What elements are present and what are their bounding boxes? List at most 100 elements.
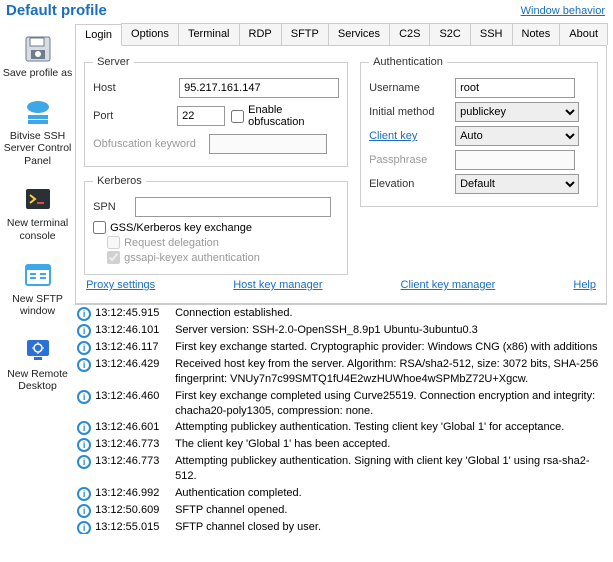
username-label: Username [369,82,449,94]
help-link[interactable]: Help [573,279,596,291]
log-message: Server version: SSH-2.0-OpenSSH_8.9p1 Ub… [175,323,605,338]
info-icon: i [77,421,91,435]
log-row: i 13:12:46.101 Server version: SSH-2.0-Ope… [75,322,607,339]
port-input[interactable] [177,106,225,126]
info-icon: i [77,390,91,404]
obf-keyword-input [209,134,327,154]
log-row: i13:12:46.117First key exchange started.… [75,339,607,356]
gssapi-keyex-checkbox: gssapi-keyex authentication [107,251,339,264]
info-icon: i [77,487,91,501]
log-message: SFTP channel opened. [175,503,605,518]
log-message: Connection established. [175,306,605,321]
log-row: i13:12:55.015SFTP channel closed by user… [75,519,607,534]
spn-label: SPN [93,201,129,213]
log-time: 13:12:45.915 [95,306,171,321]
obf-keyword-label: Obfuscation keyword [93,138,203,150]
log-time: 13:12:46.773 [95,454,171,469]
log-row: i13:12:46.992Authentication completed. [75,485,607,502]
request-delegation-checkbox: Request delegation [107,236,339,249]
initial-method-select[interactable]: publickey [455,102,579,122]
client-key-select[interactable]: Auto [455,126,579,146]
log-message: First key exchange started. Cryptographi… [175,340,605,355]
log-row: i 13:12:46.601 Attempting publickey authen… [75,419,607,436]
spn-input[interactable] [135,197,331,217]
sidebar-item-sftp[interactable]: New SFTP window [0,253,75,328]
kerberos-fieldset: Kerberos SPN GSS/Kerberos key exchange R… [84,175,348,275]
info-icon: i [77,358,91,372]
sidebar: Save profile as Bitvise SSH Server Contr… [0,21,75,521]
host-key-manager-link[interactable]: Host key manager [233,279,322,291]
tab-sftp[interactable]: SFTP [281,23,329,45]
page-title: Default profile [6,2,107,19]
log-row: i13:12:46.773Attempting publickey authen… [75,453,607,485]
tab-terminal[interactable]: Terminal [178,23,240,45]
host-label: Host [93,82,173,94]
sidebar-item-terminal[interactable]: New terminal console [0,177,75,252]
tab-services[interactable]: Services [328,23,390,45]
sidebar-label: New SFTP window [2,293,73,318]
sidebar-item-control-panel[interactable]: Bitvise SSH Server Control Panel [0,90,75,178]
sidebar-item-remote-desktop[interactable]: New Remote Desktop [0,328,75,403]
log-message: Attempting publickey authentication. Tes… [175,420,605,435]
tab-login[interactable]: Login [75,24,122,46]
tab-about[interactable]: About [559,23,608,45]
proxy-settings-link[interactable]: Proxy settings [86,279,155,291]
username-input[interactable] [455,78,575,98]
info-icon: i [77,324,91,338]
gssapi-keyex-input [107,251,120,264]
info-icon: i [77,438,91,452]
auth-fieldset: Authentication Username Initial method p… [360,56,598,207]
log-time: 13:12:46.601 [95,420,171,435]
remote-desktop-icon [22,334,54,366]
log-time: 13:12:50.609 [95,503,171,518]
tab-s2c[interactable]: S2C [429,23,470,45]
log-panel[interactable]: i13:12:45.915Connection established.i13:… [75,304,607,534]
log-row: i 13:12:46.460 First key exchange complete… [75,388,607,420]
client-key-link[interactable]: Client key [369,130,449,142]
client-key-manager-link[interactable]: Client key manager [401,279,496,291]
tab-c2s[interactable]: C2S [389,23,430,45]
log-row: i13:12:46.429Received host key from the … [75,356,607,388]
log-time: 13:12:46.429 [95,357,171,372]
log-time: 13:12:46.460 [95,389,171,404]
gss-label: GSS/Kerberos key exchange [110,222,252,234]
enable-obfuscation-label: Enable obfuscation [248,104,339,128]
info-icon: i [77,455,91,469]
tab-ssh[interactable]: SSH [470,23,513,45]
sidebar-label: Save profile as [3,67,72,80]
info-icon: i [77,504,91,518]
server-fieldset: Server Host Port Enable obfuscation [84,56,348,167]
log-message: The client key 'Global 1' has been accep… [175,437,605,452]
tab-options[interactable]: Options [121,23,179,45]
window-behavior-link[interactable]: Window behavior [521,5,605,17]
server-legend: Server [93,56,133,68]
gss-checkbox[interactable]: GSS/Kerberos key exchange [93,221,339,234]
sidebar-label: New terminal console [2,217,73,242]
tab-rdp[interactable]: RDP [239,23,282,45]
sidebar-item-save-profile[interactable]: Save profile as [0,27,75,90]
info-icon: i [77,521,91,534]
log-time: 13:12:46.101 [95,323,171,338]
floppy-icon [22,33,54,65]
enable-obfuscation-input[interactable] [231,110,244,123]
info-icon: i [77,341,91,355]
request-delegation-label: Request delegation [124,237,219,249]
log-time: 13:12:46.992 [95,486,171,501]
elevation-select[interactable]: Default [455,174,579,194]
enable-obfuscation-checkbox[interactable]: Enable obfuscation [231,104,339,128]
tab-notes[interactable]: Notes [512,23,561,45]
log-message: First key exchange completed using Curve… [175,389,605,419]
info-icon: i [77,307,91,321]
sidebar-label: Bitvise SSH Server Control Panel [2,130,73,168]
auth-legend: Authentication [369,56,447,68]
tabs: Login Options Terminal RDP SFTP Services… [75,23,607,46]
sidebar-label: New Remote Desktop [2,368,73,393]
passphrase-label: Passphrase [369,154,449,166]
log-row: i13:12:46.773The client key 'Global 1' h… [75,436,607,453]
sftp-window-icon [22,259,54,291]
host-input[interactable] [179,78,339,98]
log-row: i 13:12:50.609 SFTP channel opened. [75,502,607,519]
gss-input[interactable] [93,221,106,234]
cloud-server-icon [22,96,54,128]
kerberos-legend: Kerberos [93,175,146,187]
